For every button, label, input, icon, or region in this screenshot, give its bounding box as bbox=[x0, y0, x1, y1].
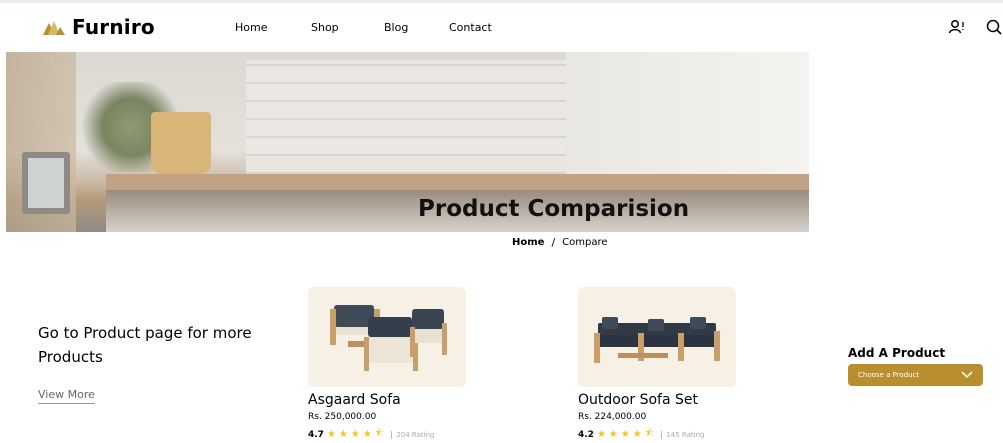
breadcrumb-current: Compare bbox=[562, 237, 608, 248]
rating-value: 4.2 bbox=[578, 429, 594, 440]
brand-logo[interactable]: Furniro bbox=[42, 15, 155, 39]
more-products-heading: Go to Product page for more Products bbox=[38, 324, 252, 366]
breadcrumb-separator: / bbox=[551, 236, 556, 249]
view-more-link[interactable]: View More bbox=[38, 388, 95, 404]
breadcrumb: Home / Compare bbox=[512, 236, 608, 249]
hero-plant-pot bbox=[151, 112, 211, 174]
star-icon: ★ bbox=[632, 429, 642, 440]
breadcrumb-home[interactable]: Home bbox=[512, 237, 544, 248]
product-image[interactable] bbox=[308, 287, 466, 387]
rating-count: 145 Rating bbox=[661, 430, 704, 439]
product-name[interactable]: Outdoor Sofa Set bbox=[578, 392, 738, 408]
site-header: Furniro Home Shop Blog Contact bbox=[0, 3, 1003, 53]
product-price: Rs. 250,000.00 bbox=[308, 412, 377, 422]
user-icon[interactable] bbox=[948, 18, 966, 36]
nav-home[interactable]: Home bbox=[235, 21, 267, 34]
half-star-icon: ⯪ bbox=[374, 428, 385, 439]
product-name[interactable]: Asgaard Sofa bbox=[308, 392, 468, 408]
product-card[interactable]: Asgaard Sofa Rs. 250,000.00 4.7 ★ ★ ★ ★ … bbox=[308, 287, 468, 443]
product-image[interactable] bbox=[578, 287, 736, 387]
star-icon: ★ bbox=[326, 429, 336, 440]
star-icon: ★ bbox=[338, 429, 348, 440]
page-title: Product Comparision bbox=[418, 196, 690, 222]
hero-photo-frame-inner bbox=[28, 158, 64, 208]
sofa-set-icon bbox=[330, 305, 447, 371]
star-icon: ★ bbox=[596, 429, 606, 440]
product-rating: 4.7 ★ ★ ★ ★ ⯪ 204 Rating bbox=[308, 426, 468, 443]
rating-value: 4.7 bbox=[308, 429, 324, 440]
hero-shelf bbox=[106, 174, 809, 190]
product-rating: 4.2 ★ ★ ★ ★ ⯪ 145 Rating bbox=[578, 426, 738, 443]
choose-product-select[interactable]: Choose a Product bbox=[848, 364, 983, 386]
nav-blog[interactable]: Blog bbox=[384, 21, 408, 34]
chevron-down-icon bbox=[961, 371, 973, 379]
star-icon: ★ bbox=[608, 429, 618, 440]
outdoor-sofa-icon bbox=[594, 317, 720, 363]
product-price: Rs. 224,000.00 bbox=[578, 412, 647, 422]
star-icon: ★ bbox=[350, 429, 360, 440]
product-card[interactable]: Outdoor Sofa Set Rs. 224,000.00 4.2 ★ ★ … bbox=[578, 287, 738, 443]
furniro-logo-icon bbox=[43, 21, 65, 35]
rating-count: 204 Rating bbox=[391, 430, 434, 439]
add-product-label: Add A Product bbox=[848, 346, 946, 360]
search-icon[interactable] bbox=[985, 18, 1003, 36]
star-icon: ★ bbox=[620, 429, 630, 440]
brand-name: Furniro bbox=[72, 15, 155, 39]
select-placeholder: Choose a Product bbox=[858, 371, 920, 379]
star-icon: ★ bbox=[362, 429, 372, 440]
nav-shop[interactable]: Shop bbox=[311, 21, 339, 34]
hero-window bbox=[566, 52, 809, 182]
nav-contact[interactable]: Contact bbox=[449, 21, 492, 34]
half-star-icon: ⯪ bbox=[644, 428, 655, 439]
